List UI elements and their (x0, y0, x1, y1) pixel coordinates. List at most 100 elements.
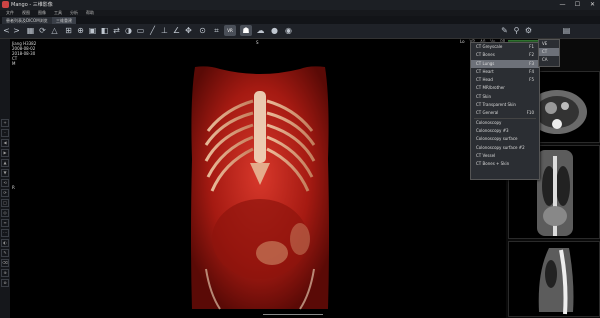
preset-label: CT Skin (476, 93, 492, 99)
preset-item[interactable]: Colonoscopy (471, 119, 539, 127)
left-tool-13[interactable]: ◐ (1, 239, 9, 247)
preset-dropdown-menu: CT Greyscale F1 CT Bones F2 CT Lungs F3 CT … (470, 42, 540, 180)
triangle-icon[interactable]: △ (50, 26, 59, 35)
reset-icon[interactable]: ⊙ (198, 26, 207, 35)
app-logo-icon (2, 1, 9, 8)
preset-item[interactable]: CT Bones F2 (471, 51, 539, 59)
preset-item[interactable]: Colonoscopy surface #2 (471, 144, 539, 152)
left-tool-3[interactable]: ◀ (1, 139, 9, 147)
submenu-item[interactable]: CA (539, 56, 559, 64)
sphere-icon[interactable]: ● (270, 26, 279, 35)
left-tool-1[interactable]: + (1, 119, 9, 127)
preset-label: CT Heart (476, 68, 494, 74)
preset-item[interactable]: CT Heart F4 (471, 68, 539, 76)
layout-icon[interactable]: ▦ (26, 26, 35, 35)
preset-label: CT General (476, 110, 499, 116)
submenu-item-selected[interactable]: CT (539, 48, 559, 56)
preset-item[interactable]: CT MR/brother (471, 84, 539, 92)
vr-mode-button[interactable]: VR (224, 25, 236, 36)
left-tool-7[interactable]: ⟲ (1, 179, 9, 187)
title-bar: Mango - 三维影像 — ☐ ✕ (0, 0, 600, 10)
palette-button[interactable]: ☗ (240, 25, 252, 36)
left-tool-6[interactable]: ▼ (1, 169, 9, 177)
left-tool-8[interactable]: ⟳ (1, 189, 9, 197)
torso-volume-render (191, 66, 329, 310)
preset-item[interactable]: Colonoscopy surface (471, 135, 539, 143)
left-tool-strip: + - ◀ ▶ ▲ ▼ ⟲ ⟳ □ ◎ ≡ ⋯ ◐ ✎ ⌫ ⊕ ⊗ (0, 39, 10, 318)
submenu-item[interactable]: VE (539, 40, 559, 48)
preset-label: Colonoscopy surface (476, 136, 518, 142)
left-tool-4[interactable]: ▶ (1, 149, 9, 157)
main-toolbar: < > ▦ ⟳ △ ⊞ ⊕ ▣ ◧ ⇄ ◑ ▭ ╱ ⊥ ∠ ✥ ⊙ ⌗ VR ☗… (0, 24, 600, 39)
vr-mode-label: VR (227, 28, 233, 33)
ruler-icon[interactable]: ╱ (148, 26, 157, 35)
left-tool-15[interactable]: ⌫ (1, 259, 9, 267)
preset-shortcut: F3 (529, 60, 534, 66)
preset-label: Colonoscopy surface #2 (476, 144, 525, 150)
layout-select-icon[interactable]: ▤ (562, 26, 571, 35)
preset-label: CT MR/brother (476, 85, 505, 91)
preset-item[interactable]: CT General F10 (471, 109, 539, 117)
preset-label: Colonoscopy (476, 119, 502, 125)
left-tool-11[interactable]: ≡ (1, 219, 9, 227)
arrow-right-icon[interactable]: > (12, 26, 21, 35)
link-icon[interactable]: ⚲ (512, 26, 521, 35)
flip-icon[interactable]: ⇄ (112, 26, 121, 35)
annotation-icon[interactable]: ✎ (500, 26, 509, 35)
settings-icon[interactable]: ⚙ (524, 26, 533, 35)
header-item-1[interactable]: Lo (460, 39, 465, 44)
angle-icon[interactable]: ∠ (172, 26, 181, 35)
rotate-icon[interactable]: ⟳ (38, 26, 47, 35)
measure-icon[interactable]: ⊥ (160, 26, 169, 35)
frame-icon[interactable]: ▭ (136, 26, 145, 35)
tab-bar: 患者列表及DICOM浏览 三维重建 (0, 16, 600, 24)
pan-icon[interactable]: ✥ (184, 26, 193, 35)
left-tool-17[interactable]: ⊗ (1, 279, 9, 287)
left-tool-16[interactable]: ⊕ (1, 269, 9, 277)
preset-label: CT Bones + Skin (476, 161, 510, 167)
preset-shortcut: F4 (529, 68, 534, 74)
scale-bar (263, 314, 323, 318)
camera-icon[interactable]: ◉ (284, 26, 293, 35)
palette-icon: ☗ (242, 26, 250, 35)
left-tool-2[interactable]: - (1, 129, 9, 137)
minimize-button[interactable]: — (558, 1, 567, 9)
preset-label: Colonoscopy #3 (476, 127, 509, 133)
preset-label: CT Bones (476, 52, 495, 58)
preset-item[interactable]: Colonoscopy #3 (471, 127, 539, 135)
left-tool-12[interactable]: ⋯ (1, 229, 9, 237)
left-tool-9[interactable]: □ (1, 199, 9, 207)
preset-label: CT Transparent Skin (476, 102, 516, 108)
cloud-icon[interactable]: ☁ (256, 26, 265, 35)
left-tool-5[interactable]: ▲ (1, 159, 9, 167)
close-button[interactable]: ✕ (588, 1, 597, 9)
zoom-icon[interactable]: ⊕ (76, 26, 85, 35)
sagittal-ct-image (538, 248, 574, 315)
preset-item[interactable]: CT Vessel (471, 152, 539, 160)
left-tool-14[interactable]: ✎ (1, 249, 9, 257)
arrow-left-icon[interactable]: < (2, 26, 11, 35)
grid-icon[interactable]: ⊞ (64, 26, 73, 35)
volume-render-viewport[interactable]: Jiang H3382 2008-08-02 2018-08-30 CT M S… (10, 39, 506, 318)
preset-item[interactable]: CT Transparent Skin (471, 101, 539, 109)
preset-item[interactable]: CT Bones + Skin (471, 160, 539, 168)
preset-item[interactable]: CT Greyscale F1 (471, 43, 539, 51)
image-icon[interactable]: ▣ (88, 26, 97, 35)
window-level-icon[interactable]: ◧ (100, 26, 109, 35)
preset-shortcut: F5 (529, 77, 534, 83)
window-title: Mango - 三维影像 (11, 2, 53, 8)
preset-shortcut: F10 (526, 110, 534, 116)
left-tool-10[interactable]: ◎ (1, 209, 9, 217)
preset-label: CT Lungs (476, 60, 495, 66)
window-controls: — ☐ ✕ (558, 1, 597, 9)
preset-shortcut: F1 (529, 44, 534, 49)
tab-3d-reconstruction[interactable]: 三维重建 (52, 17, 76, 24)
preset-item-selected[interactable]: CT Lungs F3 (471, 59, 539, 68)
preset-item[interactable]: CT Skin (471, 93, 539, 101)
maximize-button[interactable]: ☐ (573, 1, 582, 9)
contrast-icon[interactable]: ◑ (124, 26, 133, 35)
tab-patient-list[interactable]: 患者列表及DICOM浏览 (2, 17, 52, 24)
preset-item[interactable]: CT Head F5 (471, 76, 539, 84)
sagittal-thumbnail[interactable] (508, 241, 600, 317)
crop-icon[interactable]: ⌗ (212, 26, 221, 35)
